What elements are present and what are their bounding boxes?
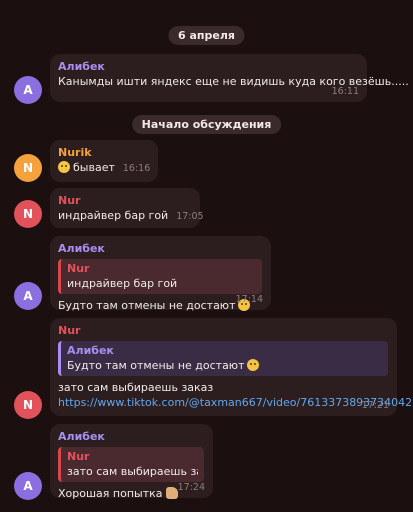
message-time: 16:16	[122, 163, 151, 174]
avatar[interactable]: N	[14, 200, 42, 228]
sender-name[interactable]: Nur	[58, 324, 388, 338]
message-bubble[interactable]: Алибек Nur индрайвер бар гой Будто там о…	[50, 236, 271, 312]
reply-text: Будто там отмены не достают	[67, 359, 245, 372]
smile-emoji-icon	[247, 359, 260, 371]
message-text: Будто там отмены не достают	[58, 299, 236, 312]
message-bubble[interactable]: Алибек Канымды ишти яндекс еще не видишь…	[50, 54, 409, 102]
grimace-emoji-icon	[58, 161, 70, 173]
avatar[interactable]: N	[14, 391, 42, 419]
avatar[interactable]: A	[14, 282, 42, 310]
message-link[interactable]: https://www.tiktok.com/@taxman667/video/…	[58, 395, 413, 410]
reply-quote[interactable]: Алибек Будто там отмены не достают	[58, 341, 388, 376]
sender-name[interactable]: Nurik	[58, 146, 149, 160]
reply-sender: Nur	[67, 262, 90, 275]
message-time: 16:11	[331, 86, 359, 97]
sender-name[interactable]: Алибек	[58, 60, 358, 74]
message-time: 17:24	[177, 482, 205, 493]
thumbs-up-emoji-icon	[165, 487, 178, 499]
avatar[interactable]: N	[14, 154, 42, 182]
message-bubble[interactable]: Nur индрайвер бар гой 17:05	[50, 188, 204, 228]
avatar[interactable]: A	[14, 76, 42, 104]
message-time: 17:21	[361, 400, 389, 411]
message-bubble[interactable]: Nur Алибек Будто там отмены не достают з…	[50, 318, 413, 416]
reply-sender: Алибек	[67, 344, 114, 357]
message-text: бывает	[73, 161, 115, 174]
message-bubble[interactable]: Алибек Nur зато сам выбираешь за... Хоро…	[50, 424, 213, 500]
message-text: Канымды ишти яндекс еще не видишь куда к…	[58, 75, 409, 88]
avatar[interactable]: A	[14, 472, 42, 500]
sender-name[interactable]: Алибек	[58, 430, 204, 444]
message-bubble[interactable]: Nurik бывает 16:16	[50, 140, 158, 182]
message-text: зато сам выбираешь заказ	[58, 381, 214, 394]
message-text: индрайвер бар гой	[58, 209, 169, 222]
date-divider: 6 апреля	[168, 26, 245, 45]
message-time: 17:05	[176, 211, 204, 222]
sender-name[interactable]: Алибек	[58, 242, 262, 256]
reply-text: индрайвер бар гой	[67, 277, 178, 290]
reply-text: зато сам выбираешь за...	[67, 465, 198, 478]
reply-quote[interactable]: Nur индрайвер бар гой	[58, 259, 262, 294]
message-text: Хорошая попытка	[58, 487, 163, 500]
reply-sender: Nur	[67, 450, 90, 463]
message-time: 17:14	[235, 294, 263, 305]
sender-name[interactable]: Nur	[58, 194, 191, 208]
discussion-divider: Начало обсуждения	[131, 115, 282, 134]
reply-quote[interactable]: Nur зато сам выбираешь за...	[58, 447, 204, 482]
